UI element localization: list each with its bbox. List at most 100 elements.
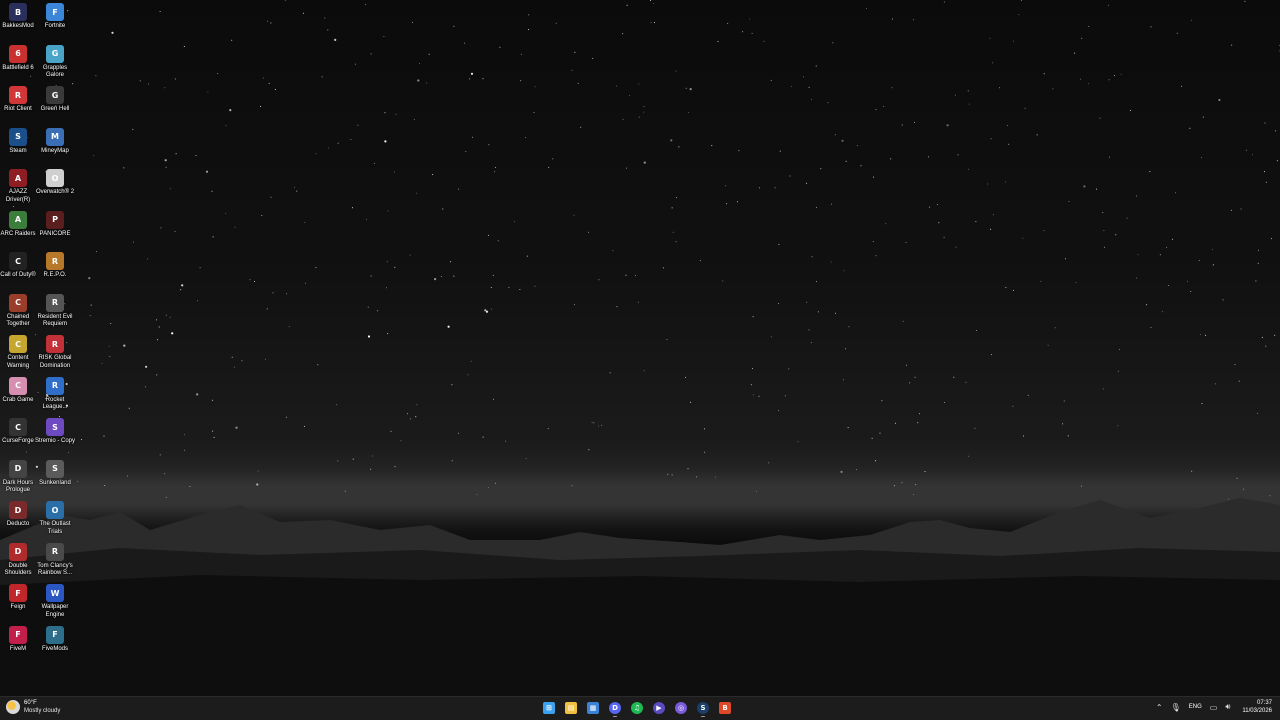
desktop-icon-label: Rocket League...: [42, 396, 68, 411]
desktop-icon-fivemods[interactable]: F FiveMods: [36, 625, 74, 654]
desktop-icon-crab-game[interactable]: C Crab Game: [0, 376, 37, 405]
desktop-icon-battlefield-6[interactable]: 6 Battlefield 6: [0, 44, 37, 73]
desktop-icon-rainbow-six[interactable]: R Tom Clancy's Rainbow S...: [36, 542, 74, 578]
desktop-icon-stremio-copy[interactable]: S Stremio - Copy: [35, 418, 75, 446]
desktop-icon-label: Wallpaper Engine: [41, 604, 69, 618]
taskbar-steam-button[interactable]: S: [695, 699, 711, 717]
desktop-icon-riot-client[interactable]: R Riot Client: [0, 86, 37, 114]
network-icon[interactable]: ▭: [1210, 703, 1218, 712]
desktop-icon-grapples-galore[interactable]: G Grapples Galore: [36, 44, 74, 80]
desktop-icon-mineymap[interactable]: M MineyMap: [36, 127, 74, 156]
clock[interactable]: 07:37 11/03/2026: [1242, 699, 1272, 715]
file-explorer-icon: ▤: [565, 702, 577, 714]
clock-date: 11/03/2026: [1242, 708, 1272, 714]
desktop-icon-double-shoulders[interactable]: D Double Shoulders: [0, 542, 37, 578]
desktop-icon-sunkenland[interactable]: S Sunkenland: [36, 459, 74, 488]
weather-widget[interactable]: 60°F Mostly cloudy: [6, 699, 60, 715]
fortnite-icon: F: [46, 3, 64, 21]
call-of-duty-icon: C: [9, 252, 27, 270]
desktop-icon-curseforge[interactable]: C CurseForge: [0, 418, 37, 446]
bakkesmod-icon: B: [9, 3, 27, 21]
desktop-icon-label: AJAZZ Driver(R): [5, 189, 31, 203]
mineymap-icon: M: [46, 127, 64, 146]
volume-icon[interactable]: 🔊︎: [1225, 702, 1230, 712]
desktop-icon-label: Riot Client: [4, 106, 32, 112]
desktop-icon-label: ARC Raiders: [0, 230, 36, 237]
desktop-icon-content-warning[interactable]: C Content Warning: [0, 335, 37, 370]
partly-cloudy-icon: [6, 700, 20, 714]
desktop-icon-label: Steam: [9, 147, 27, 154]
deducto-icon: D: [9, 501, 27, 519]
desktop-icon-label: R.E.P.O.: [43, 272, 67, 278]
desktop-icon-label: Grapples Galore: [42, 64, 68, 79]
desktop-icon-label: Content Warning: [6, 355, 30, 369]
weather-condition: Mostly cloudy: [24, 708, 61, 714]
desktop-icon-outlast-trials[interactable]: O The Outlast Trials: [36, 501, 74, 536]
desktop-icon-arc-raiders[interactable]: A ARC Raiders: [0, 210, 37, 239]
steam-icon: S: [9, 127, 27, 146]
taskbar-pinned-apps: ⊞ ▤ ▦ D ♫ ▶ ◎ S B: [541, 699, 733, 717]
desktop-icon-fortnite[interactable]: F Fortnite: [36, 3, 74, 31]
desktop-icon-label: PANICORE: [39, 230, 71, 237]
desktop-icon-label: BakkesMod: [2, 23, 34, 29]
chained-together-icon: C: [9, 293, 27, 312]
desktop-icon-wallpaper-engine[interactable]: W Wallpaper Engine: [36, 584, 74, 619]
desktop-icon-rocket-league[interactable]: R Rocket League...: [36, 376, 74, 412]
running-indicator: [701, 715, 705, 717]
taskbar-app-6-button[interactable]: ▶: [651, 699, 667, 717]
desktop-icon-label: Resident Evil Requiem: [37, 313, 73, 328]
brave-icon: B: [719, 702, 731, 714]
dark-hours-prologue-icon: D: [9, 459, 27, 478]
taskbar-discord-button[interactable]: D: [607, 699, 623, 717]
taskbar-brave-button[interactable]: B: [717, 699, 733, 717]
taskbar-start-button[interactable]: ⊞: [541, 699, 557, 717]
desktop-wallpaper: [0, 0, 1280, 696]
desktop-icon-overwatch-2[interactable]: O Overwatch® 2: [36, 169, 74, 197]
taskbar-spotify-button[interactable]: ♫: [629, 699, 645, 717]
desktop-icon-label: Sunkenland: [39, 479, 71, 486]
desktop-icon-bakkesmod[interactable]: B BakkesMod: [0, 3, 37, 31]
desktop-icon-label: Deducto: [6, 521, 30, 527]
app-6-icon: ▶: [653, 702, 665, 714]
desktop-icon-chained-together[interactable]: C Chained Together: [0, 293, 37, 329]
desktop-icon-ajazz-driver[interactable]: A AJAZZ Driver(R): [0, 169, 37, 204]
start-icon: ⊞: [543, 702, 555, 714]
taskbar-file-explorer-button[interactable]: ▤: [563, 699, 579, 717]
desktop-icon-dark-hours-prologue[interactable]: D Dark Hours Prologue: [0, 459, 37, 495]
desktop-icon-steam[interactable]: S Steam: [0, 127, 37, 156]
fivem-icon: F: [9, 625, 27, 644]
desktop-icon-label: Double Shoulders: [4, 562, 32, 577]
desktop-icon-risk-global-domination[interactable]: R RISK Global Domination: [36, 335, 74, 370]
desktop-icon-label: FiveM: [9, 645, 27, 652]
sunkenland-icon: S: [46, 459, 64, 478]
desktop-icon-call-of-duty[interactable]: C Call of Duty®: [0, 252, 37, 280]
desktop-icon-fivem[interactable]: F FiveM: [0, 625, 37, 654]
taskbar-app-7-button[interactable]: ◎: [673, 699, 689, 717]
desktop-icon-feign[interactable]: F Feign: [0, 584, 37, 612]
desktop-icon-deducto[interactable]: D Deducto: [0, 501, 37, 529]
crab-game-icon: C: [9, 376, 27, 395]
desktop-icon-label: Dark Hours Prologue: [2, 479, 34, 494]
microphone-icon[interactable]: 🎙︎: [1171, 703, 1181, 712]
taskbar-microsoft-store-button[interactable]: ▦: [585, 699, 601, 717]
risk-global-domination-icon: R: [46, 335, 64, 353]
curseforge-icon: C: [9, 418, 27, 436]
desktop-icon-resident-evil-requiem[interactable]: R Resident Evil Requiem: [36, 293, 74, 329]
desktop-icon-green-hell[interactable]: G Green Hell: [36, 86, 74, 114]
panicore-icon: P: [46, 210, 64, 229]
stremio-copy-icon: S: [46, 418, 64, 436]
desktop-icon-label: Fortnite: [44, 23, 66, 29]
desktop-icon-label: Tom Clancy's Rainbow S...: [37, 562, 73, 577]
desktop-icon-panicore[interactable]: P PANICORE: [36, 210, 74, 239]
outlast-trials-icon: O: [46, 501, 64, 519]
chevron-up-icon[interactable]: ⌃: [1156, 703, 1163, 712]
weather-temperature: 60°F: [24, 700, 37, 706]
repo-icon: R: [46, 252, 64, 270]
resident-evil-requiem-icon: R: [46, 293, 64, 312]
clock-time: 07:37: [1256, 700, 1272, 706]
desktop-icon-repo[interactable]: R R.E.P.O.: [36, 252, 74, 280]
taskbar: 60°F Mostly cloudy ⊞ ▤ ▦ D ♫ ▶ ◎ S B ⌃ 🎙︎ ENG ▭ …: [0, 696, 1280, 720]
desktop-icon-label: CurseForge: [2, 438, 34, 444]
ajazz-driver-icon: A: [9, 169, 27, 187]
language-indicator[interactable]: ENG: [1189, 704, 1202, 710]
